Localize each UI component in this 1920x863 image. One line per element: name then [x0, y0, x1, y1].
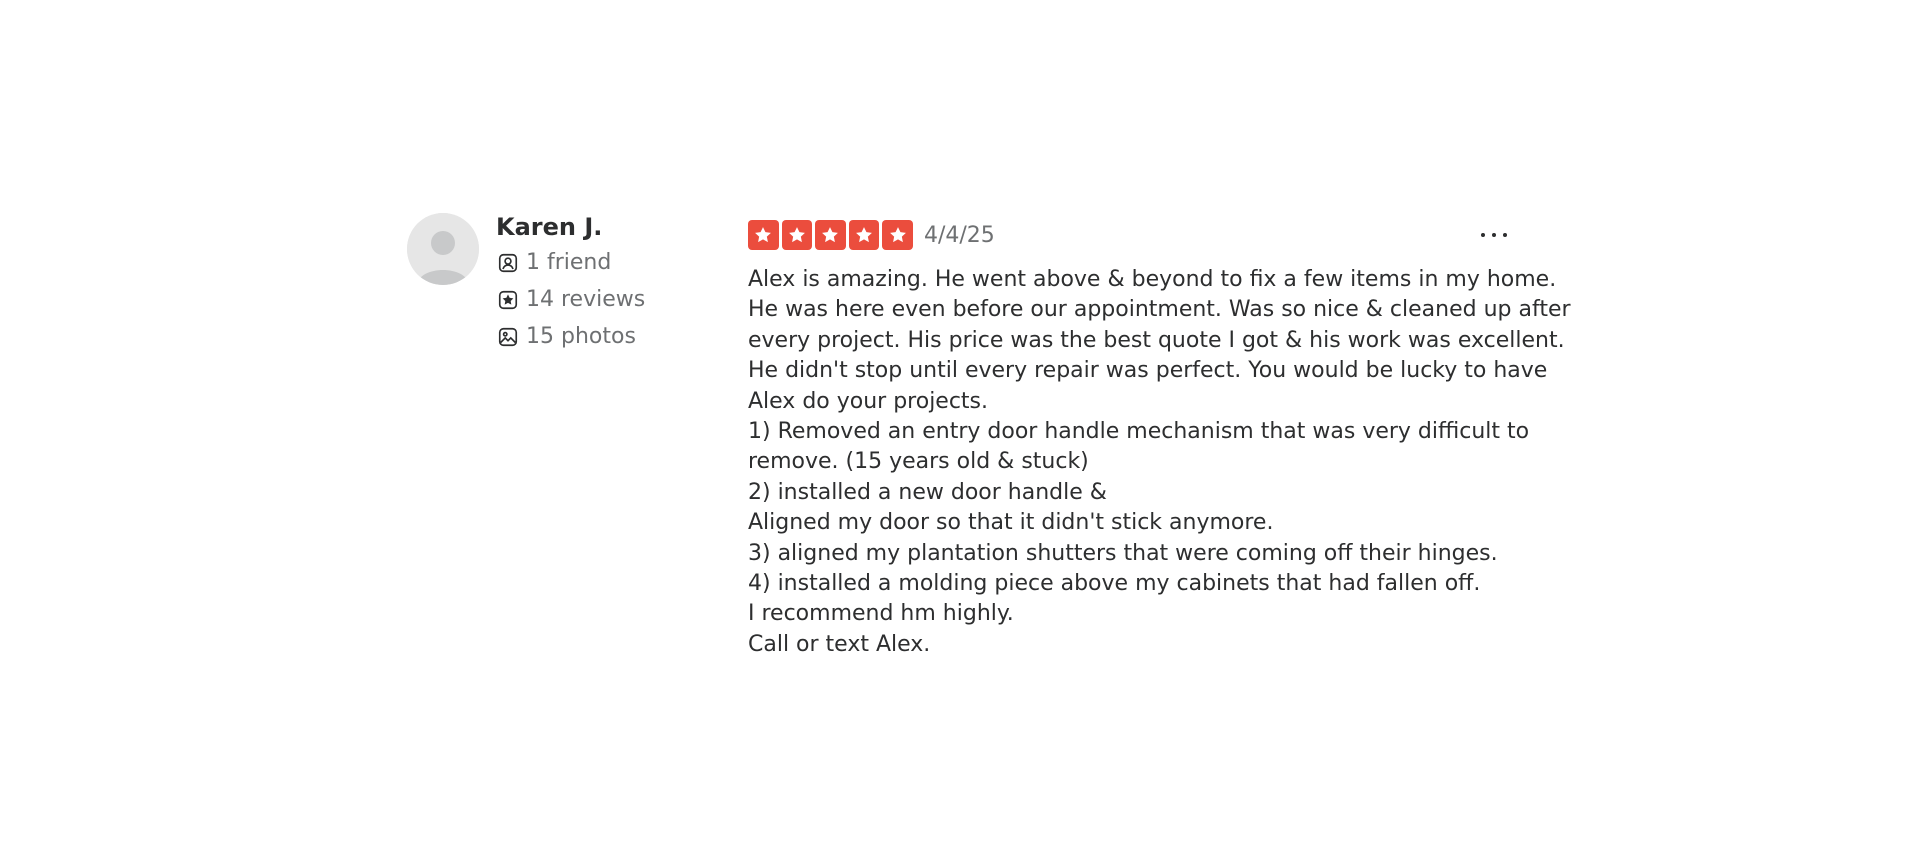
review-text-line: 4) installed a molding piece above my ca…	[748, 571, 1481, 597]
review-content: 4/4/25 Alex is amazing. He went above & …	[748, 213, 1571, 660]
reviews-icon	[496, 288, 520, 312]
star-icon	[748, 219, 779, 251]
reviews-stat: 14 reviews	[496, 281, 645, 318]
review-text-line: every project. His price was the best qu…	[748, 327, 1565, 353]
star-icon	[848, 219, 880, 251]
photos-count: 15 photos	[526, 324, 636, 349]
rating-row: 4/4/25	[748, 219, 1518, 251]
star-icon	[882, 219, 913, 251]
review-text-line: Aligned my door so that it didn't stick …	[748, 510, 1274, 536]
star-rating	[748, 219, 913, 251]
review-text-line: Alex do your projects.	[748, 388, 989, 414]
review-text: Alex is amazing. He went above & beyond …	[748, 265, 1571, 660]
more-options-icon	[1503, 233, 1507, 237]
user-name-link[interactable]: Karen J.	[496, 210, 645, 244]
more-options-button[interactable]	[1474, 219, 1514, 251]
default-avatar-icon[interactable]	[407, 213, 479, 285]
review-text-line: He was here even before our appointment.…	[748, 297, 1571, 323]
review-text-line: remove. (15 years old & stuck)	[748, 449, 1089, 475]
star-icon	[815, 219, 846, 251]
more-options-icon	[1492, 233, 1496, 237]
photos-icon	[496, 325, 520, 349]
review-text-line: I recommend hm highly.	[748, 601, 1014, 627]
review-text-line: 2) installed a new door handle &	[748, 479, 1107, 505]
reviews-count: 14 reviews	[526, 287, 646, 312]
photos-stat: 15 photos	[496, 318, 645, 355]
review-text-line: 1) Removed an entry door handle mechanis…	[748, 419, 1530, 445]
review-text-line: Alex is amazing. He went above & beyond …	[748, 267, 1557, 292]
more-options-icon	[1481, 233, 1485, 237]
user-info: Karen J. 1 friend 14 reviews 15 photos	[496, 213, 645, 355]
star-icon	[781, 219, 813, 251]
friends-icon	[496, 251, 520, 275]
review-text-line: Call or text Alex.	[748, 631, 931, 657]
friends-stat: 1 friend	[496, 244, 645, 281]
friends-count: 1 friend	[526, 250, 612, 275]
review-text-line: He didn't stop until every repair was pe…	[748, 358, 1548, 384]
review-text-line: 3) aligned my plantation shutters that w…	[748, 540, 1498, 566]
review-date: 4/4/25	[923, 222, 995, 248]
